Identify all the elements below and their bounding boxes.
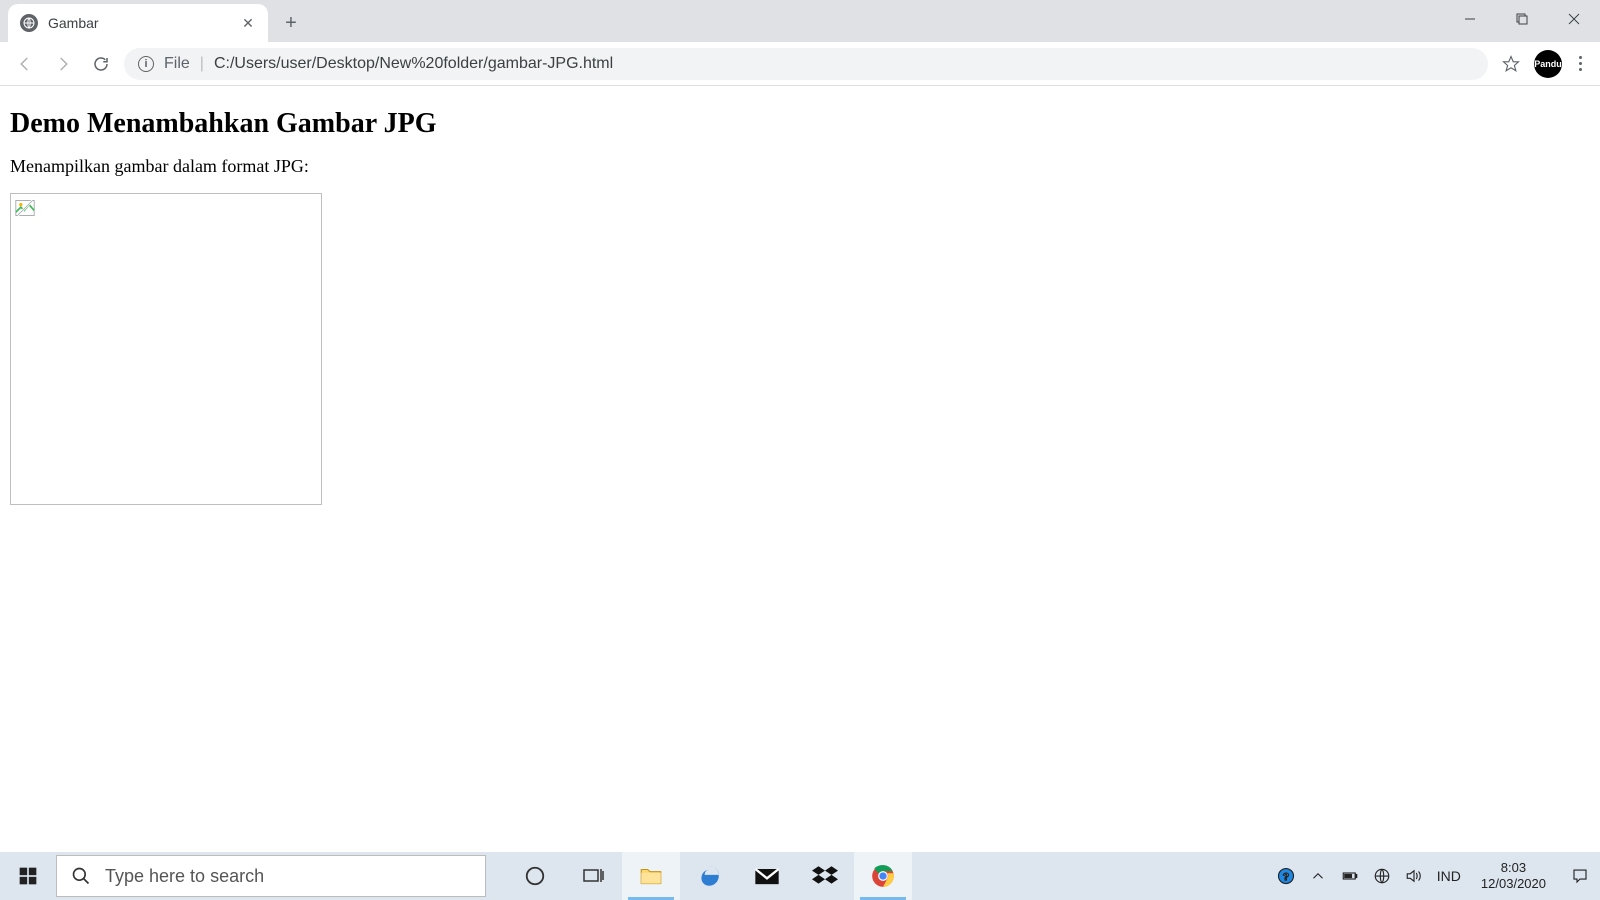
reload-button[interactable]: [86, 49, 116, 79]
volume-icon[interactable]: [1405, 867, 1423, 885]
browser-toolbar: i File | C:/Users/user/Desktop/New%20fol…: [0, 42, 1600, 86]
info-icon[interactable]: i: [138, 56, 154, 72]
url-separator: |: [200, 55, 204, 73]
profile-avatar[interactable]: Pandu: [1534, 50, 1562, 78]
tray-date: 12/03/2020: [1481, 876, 1546, 892]
taskbar-apps: [506, 852, 912, 900]
tray-time: 8:03: [1481, 860, 1546, 876]
cortana-icon[interactable]: [506, 852, 564, 900]
browser-window: Gambar ✕ + i File | C:/Users/user/Deskto…: [0, 0, 1600, 86]
dropbox-icon[interactable]: [796, 852, 854, 900]
browser-tab[interactable]: Gambar ✕: [8, 4, 268, 42]
action-center-icon[interactable]: [1566, 852, 1594, 900]
file-explorer-icon[interactable]: [622, 852, 680, 900]
system-tray: ? IND 8:03 12/03/2020: [1277, 852, 1600, 900]
url-text: C:/Users/user/Desktop/New%20folder/gamba…: [214, 55, 613, 73]
window-controls: [1444, 0, 1600, 38]
browser-menu-icon[interactable]: [1570, 56, 1590, 71]
search-icon: [71, 866, 91, 886]
network-icon[interactable]: [1373, 867, 1391, 885]
edge-icon[interactable]: [680, 852, 738, 900]
language-indicator[interactable]: IND: [1437, 868, 1461, 884]
task-view-icon[interactable]: [564, 852, 622, 900]
chrome-icon[interactable]: [854, 852, 912, 900]
tab-title: Gambar: [48, 15, 240, 31]
tray-clock[interactable]: 8:03 12/03/2020: [1481, 860, 1546, 891]
close-tab-icon[interactable]: ✕: [240, 15, 256, 31]
search-placeholder: Type here to search: [105, 866, 264, 887]
url-scheme-label: File: [164, 55, 190, 73]
minimize-button[interactable]: [1444, 0, 1496, 38]
page-paragraph: Menampilkan gambar dalam format JPG:: [10, 156, 1590, 177]
windows-taskbar: Type here to search ? IND 8:03 12/03/202…: [0, 852, 1600, 900]
globe-icon: [20, 14, 38, 32]
help-icon[interactable]: ?: [1277, 867, 1295, 885]
page-content: Demo Menambahkan Gambar JPG Menampilkan …: [0, 86, 1600, 515]
maximize-button[interactable]: [1496, 0, 1548, 38]
tab-bar: Gambar ✕ +: [0, 0, 1600, 42]
taskbar-search[interactable]: Type here to search: [56, 855, 486, 897]
page-heading: Demo Menambahkan Gambar JPG: [10, 108, 1590, 140]
broken-image-icon: [15, 198, 35, 218]
close-window-button[interactable]: [1548, 0, 1600, 38]
bookmark-star-icon[interactable]: [1496, 49, 1526, 79]
back-button[interactable]: [10, 49, 40, 79]
mail-icon[interactable]: [738, 852, 796, 900]
chevron-up-icon[interactable]: [1309, 867, 1327, 885]
broken-image: [10, 193, 322, 505]
forward-button[interactable]: [48, 49, 78, 79]
battery-icon[interactable]: [1341, 867, 1359, 885]
svg-text:?: ?: [1283, 871, 1289, 883]
address-bar[interactable]: i File | C:/Users/user/Desktop/New%20fol…: [124, 48, 1488, 80]
new-tab-button[interactable]: +: [276, 8, 306, 38]
start-button[interactable]: [0, 852, 56, 900]
